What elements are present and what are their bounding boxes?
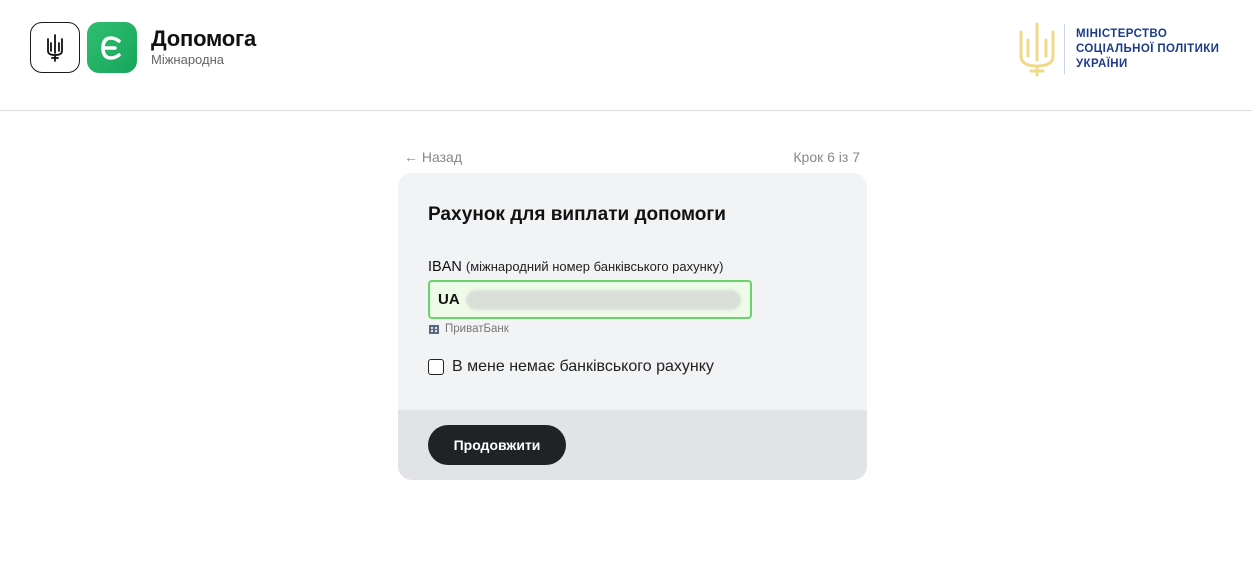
brand-title: Допомога: [151, 26, 257, 51]
step-nav: ← Назад Крок 6 із 7: [404, 149, 860, 167]
no-account-label: В мене немає банківського рахунку: [452, 358, 714, 375]
site-header: Допомога Міжнародна МІНІСТЕРСТВО СОЦІАЛЬ…: [0, 0, 1252, 111]
bank-icon: [429, 325, 439, 334]
iban-input[interactable]: UA: [428, 280, 752, 319]
bank-name: ПриватБанк: [445, 323, 509, 335]
form-title: Рахунок для виплати допомоги: [428, 204, 726, 225]
letter-e-icon: [101, 35, 121, 60]
brand: Допомога Міжнародна: [151, 26, 256, 68]
back-link[interactable]: ← Назад: [404, 149, 462, 165]
form-footer: Продовжити: [398, 410, 867, 480]
ministry-emblem-icon: [1019, 22, 1055, 77]
no-account-checkbox[interactable]: [428, 359, 444, 375]
iban-value-redacted: [466, 290, 741, 310]
ministry-line: МІНІСТЕРСТВО: [1076, 28, 1168, 40]
iban-hint: (міжнародний номер банківського рахунку): [465, 259, 724, 274]
ministry-title: МІНІСТЕРСТВО СОЦІАЛЬНОЇ ПОЛІТИКИ УКРАЇНИ: [1076, 27, 1219, 72]
trident-icon: [47, 33, 63, 62]
form-card: Рахунок для виплати допомоги IBAN (міжна…: [398, 173, 867, 480]
bank-detected: ПриватБанк: [428, 322, 509, 336]
app-logo[interactable]: [87, 22, 137, 73]
iban-value-prefix: UA: [438, 291, 460, 308]
ministry-line: СОЦІАЛЬНОЇ ПОЛІТИКИ: [1076, 43, 1220, 55]
iban-label: IBAN (міжнародний номер банківського рах…: [428, 259, 723, 275]
continue-button[interactable]: Продовжити: [428, 425, 566, 465]
trident-logo[interactable]: [30, 22, 80, 73]
ministry-divider: [1064, 24, 1065, 74]
step-counter: Крок 6 із 7: [793, 149, 860, 165]
no-account-checkbox-row[interactable]: В мене немає банківського рахунку: [428, 358, 714, 376]
brand-subtitle: Міжнародна: [151, 52, 224, 67]
ministry-line: УКРАЇНИ: [1076, 58, 1128, 70]
iban-label-text: IBAN: [428, 259, 462, 275]
